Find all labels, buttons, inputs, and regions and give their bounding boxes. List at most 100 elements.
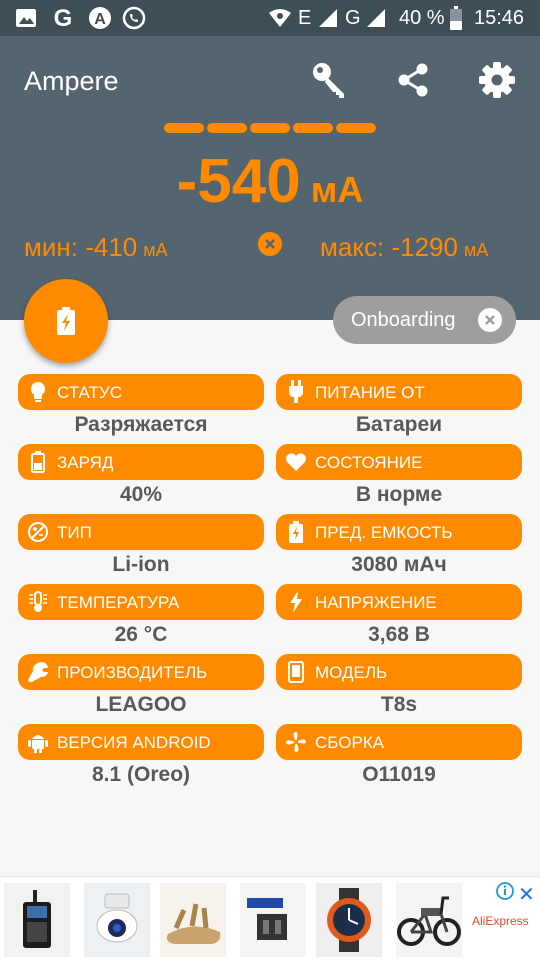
- status-bar: G A E G 40 % 15:46: [0, 0, 540, 36]
- card-value: 40%: [119, 483, 163, 506]
- card-label: ПИТАНИЕ ОТ: [315, 383, 425, 402]
- indicator-dash: [336, 123, 376, 133]
- fan-icon: [284, 730, 308, 754]
- battery-fab-button[interactable]: [24, 279, 108, 363]
- card-header: ПРОИЗВОДИТЕЛЬ: [18, 654, 264, 690]
- wrench-icon: [26, 660, 50, 684]
- card-label: НАПРЯЖЕНИЕ: [315, 593, 437, 612]
- signal-icon: [316, 6, 340, 30]
- min-unit: мА: [143, 240, 168, 260]
- card-value: O11019: [362, 763, 436, 786]
- card-label: ЗАРЯД: [57, 453, 114, 472]
- current-value: -540: [176, 147, 301, 216]
- ad-product-image[interactable]: [396, 883, 462, 957]
- whatsapp-icon: [120, 6, 148, 30]
- key-icon: [313, 63, 344, 98]
- max-value: макс: -1290: [320, 232, 458, 262]
- close-icon: [265, 239, 275, 249]
- battery-type-icon: [26, 520, 50, 544]
- signal-icon: [364, 6, 388, 30]
- aliexpress-logo: AliExpress: [472, 914, 529, 928]
- ad-banner[interactable]: AliExpress ✕: [0, 876, 540, 961]
- card-label: СБОРКА: [315, 733, 385, 752]
- card-label: ТЕМПЕРАТУРА: [57, 593, 180, 612]
- ad-info-icon[interactable]: [496, 882, 514, 905]
- reset-minmax-button[interactable]: [258, 232, 282, 256]
- ad-close-icon[interactable]: ✕: [518, 882, 535, 907]
- settings-icon: [479, 62, 515, 98]
- a-icon: A: [86, 6, 114, 30]
- key-button[interactable]: [306, 56, 354, 104]
- card-header: ТЕМПЕРАТУРА: [18, 584, 264, 620]
- battery-charging-icon: [57, 307, 75, 335]
- close-icon[interactable]: [478, 308, 502, 332]
- battery-icon: [26, 450, 50, 474]
- card-label: ПРЕД. ЕМКОСТЬ: [315, 523, 453, 542]
- thermometer-icon: [26, 590, 50, 614]
- clock: 15:46: [474, 7, 525, 29]
- card-value: Батареи: [355, 413, 443, 436]
- svg-text:G: G: [54, 5, 73, 31]
- card-value: 8.1 (Oreo): [91, 763, 191, 786]
- current-reading: -540 мА: [0, 146, 540, 217]
- indicator-dash: [164, 123, 204, 133]
- share-icon: [398, 63, 428, 97]
- card-label: ВЕРСИЯ ANDROID: [57, 733, 211, 752]
- card-label: ТИП: [57, 523, 92, 542]
- network-type-e: E: [298, 7, 312, 29]
- ad-product-image[interactable]: [160, 883, 226, 957]
- min-value: мин: -410: [24, 232, 138, 262]
- card-value: LEAGOO: [95, 693, 187, 716]
- indicator-dash: [207, 123, 247, 133]
- card-value: 3080 мАч: [351, 553, 447, 576]
- card-header: СОСТОЯНИЕ: [276, 444, 522, 480]
- card-value: Li-ion: [112, 553, 170, 576]
- max-unit: мА: [463, 240, 489, 260]
- phone-icon: [284, 660, 308, 684]
- card-header: СБОРКА: [276, 724, 522, 760]
- ad-product-image[interactable]: [84, 883, 150, 957]
- min-reading: мин: -410 мА: [24, 232, 168, 263]
- ad-product-image[interactable]: [316, 883, 382, 957]
- card-value: В норме: [355, 483, 443, 506]
- card-header: МОДЕЛЬ: [276, 654, 522, 690]
- android-icon: [26, 730, 50, 754]
- image-icon: [14, 6, 38, 30]
- max-reading: макс: -1290 мА: [320, 232, 488, 263]
- heart-icon: [284, 450, 308, 474]
- battery-icon: [448, 6, 464, 30]
- card-header: ЗАРЯД: [18, 444, 264, 480]
- indicator-dash: [293, 123, 333, 133]
- card-value: T8s: [380, 693, 418, 716]
- card-header: ПИТАНИЕ ОТ: [276, 374, 522, 410]
- settings-button[interactable]: [473, 56, 521, 104]
- hotspot-icon: [266, 6, 294, 30]
- card-header: СТАТУС: [18, 374, 264, 410]
- card-header: НАПРЯЖЕНИЕ: [276, 584, 522, 620]
- card-label: ПРОИЗВОДИТЕЛЬ: [57, 663, 208, 682]
- card-value: 3,68 В: [368, 623, 430, 646]
- svg-text:A: A: [94, 11, 106, 28]
- card-label: СОСТОЯНИЕ: [315, 453, 423, 472]
- plug-icon: [284, 380, 308, 404]
- onboarding-label: Onboarding: [351, 309, 456, 331]
- flash-icon: [284, 590, 308, 614]
- current-unit: мА: [310, 169, 364, 210]
- battery-charging-icon: [284, 520, 308, 544]
- share-button[interactable]: [389, 56, 437, 104]
- card-header: ПРЕД. ЕМКОСТЬ: [276, 514, 522, 550]
- network-type-g: G: [345, 7, 361, 29]
- battery-info-panel: СТАТУС Разряжается ПИТАНИЕ ОТ Батареи ЗА…: [0, 320, 540, 876]
- indicator-dash: [250, 123, 290, 133]
- card-header: ТИП: [18, 514, 264, 550]
- ad-product-image[interactable]: [240, 883, 306, 957]
- battery-percent: 40 %: [399, 7, 445, 29]
- lightbulb-icon: [26, 380, 50, 404]
- app-header: Ampere -540 мА мин: -410 мА макс: -1290 …: [0, 36, 540, 320]
- card-value: Разряжается: [74, 413, 208, 436]
- card-label: СТАТУС: [57, 383, 123, 402]
- card-value: 26 °C: [114, 623, 168, 646]
- onboarding-chip[interactable]: Onboarding: [333, 296, 516, 344]
- card-header: ВЕРСИЯ ANDROID: [18, 724, 264, 760]
- ad-product-image[interactable]: [4, 883, 70, 957]
